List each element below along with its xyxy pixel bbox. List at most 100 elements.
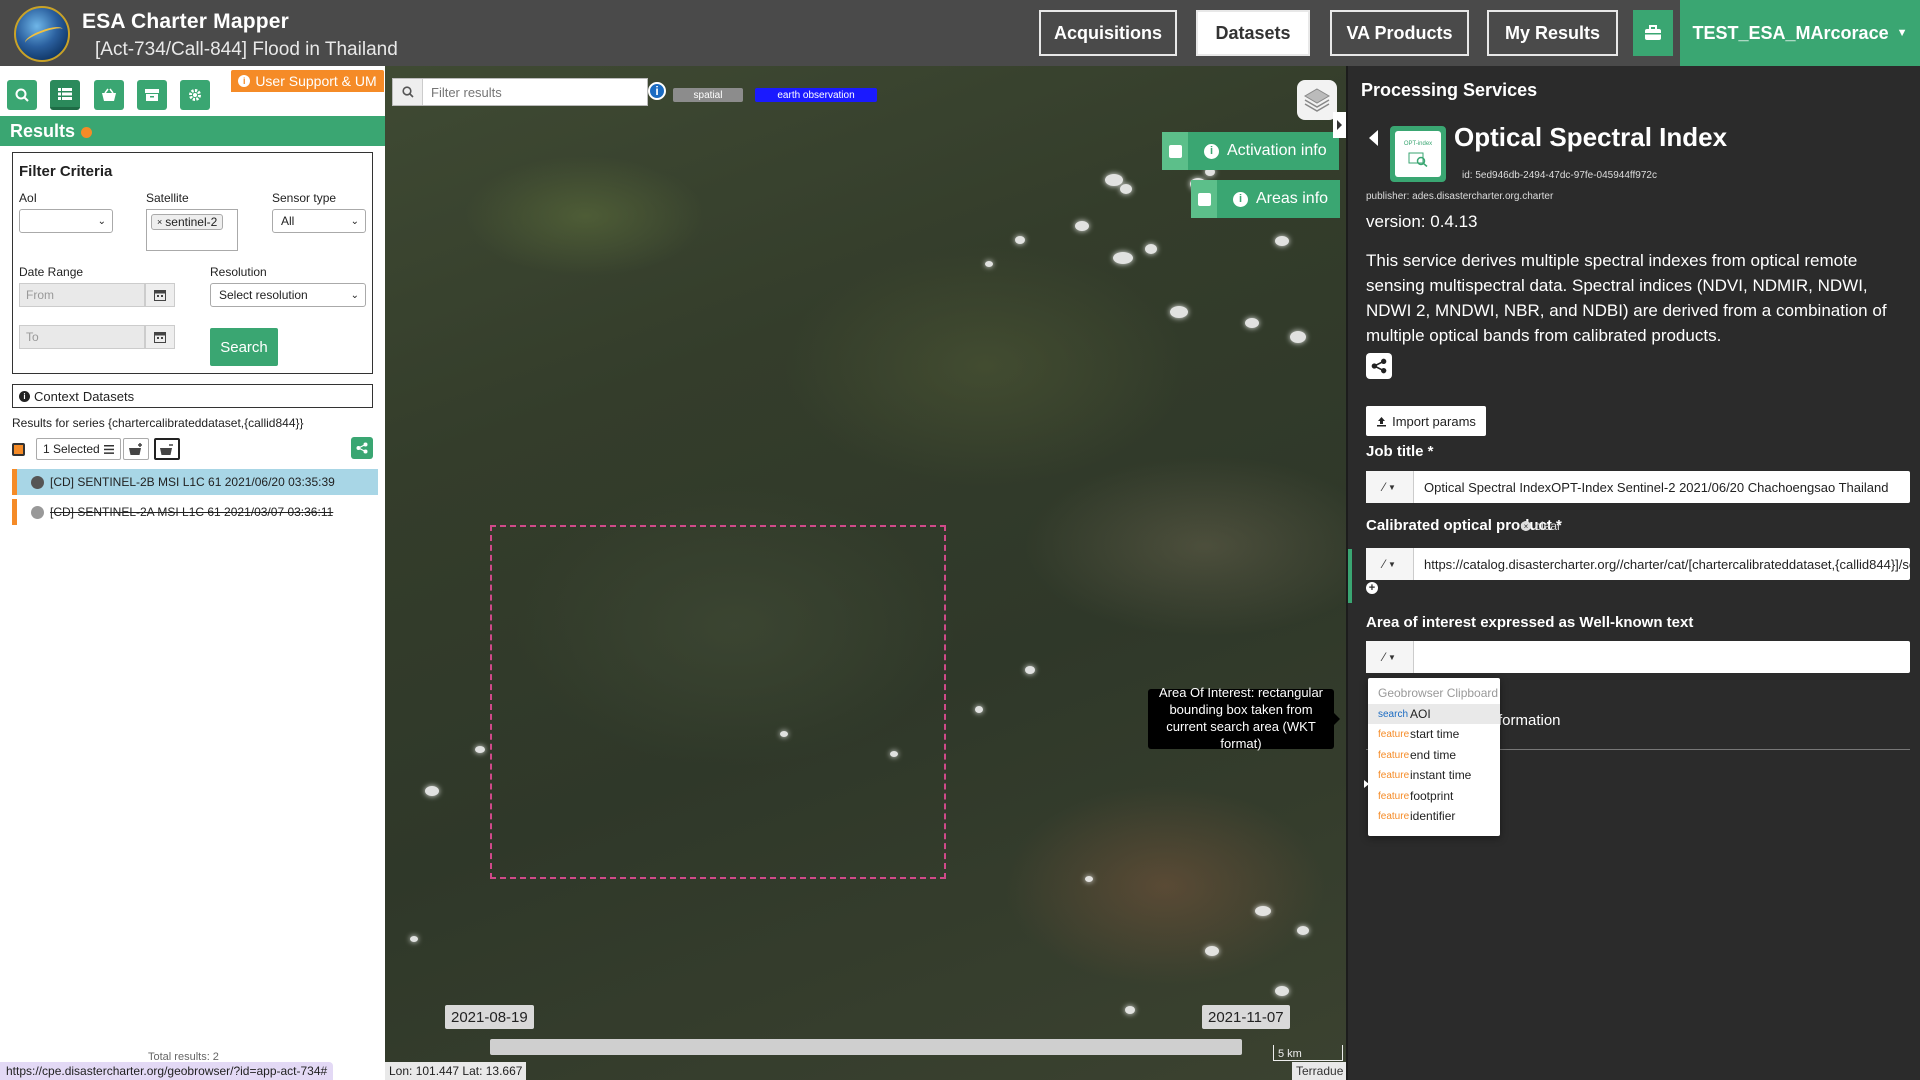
timeline-slider[interactable] [490, 1039, 1242, 1055]
remove-chip-icon[interactable]: × [157, 217, 162, 227]
user-name: TEST_ESA_MArcorace [1692, 22, 1889, 43]
service-title: Optical Spectral Index [1454, 122, 1728, 152]
calibrated-product-input[interactable]: https://catalog.disastercharter.org//cha… [1414, 548, 1910, 580]
expand-right-panel-button[interactable] [1333, 112, 1346, 138]
clipboard-tag: feature [1378, 728, 1410, 740]
satellite-chip[interactable]: × sentinel-2 [151, 214, 224, 230]
remove-from-basket-button[interactable] [154, 438, 180, 460]
cloud [1015, 236, 1025, 244]
aoi-tooltip: Area Of Interest: rectangular bounding b… [1148, 685, 1340, 751]
job-title-input[interactable]: Optical Spectral IndexOPT-Index Sentinel… [1414, 471, 1910, 503]
filter-results-input[interactable] [423, 79, 647, 105]
map-view[interactable]: i spatial earth observation i Activation… [385, 66, 1346, 1080]
to-date-input[interactable]: To [19, 325, 145, 349]
briefcase-button[interactable] [1633, 10, 1673, 56]
globe-icon [31, 475, 44, 489]
clipboard-label: footprint [1410, 789, 1454, 803]
import-params-button[interactable]: Import params [1366, 406, 1486, 436]
status-url: https://cpe.disastercharter.org/geobrows… [0, 1062, 334, 1080]
activation-info-checkbox[interactable] [1162, 132, 1188, 170]
nav-my-results[interactable]: My Results [1487, 10, 1618, 56]
from-calendar-button[interactable] [145, 283, 175, 307]
cloud [425, 786, 439, 796]
areas-info-checkbox[interactable] [1191, 180, 1217, 218]
areas-info-button[interactable]: i Areas info [1191, 180, 1341, 218]
aoi-wkt-input[interactable] [1414, 641, 1910, 673]
from-date-input[interactable]: From [19, 283, 145, 307]
clipboard-item-start-time[interactable]: feature start time [1368, 724, 1500, 744]
gear-icon [189, 89, 201, 101]
satellite-chip-label: sentinel-2 [165, 215, 218, 229]
aoi-rectangle[interactable] [490, 525, 946, 879]
share-service-button[interactable] [1366, 353, 1392, 379]
clipboard-tag: feature [1378, 790, 1410, 802]
result-item[interactable]: [CD] SENTINEL-2A MSI L1C 61 2021/03/07 0… [12, 499, 378, 525]
globe-icon [31, 505, 44, 519]
clipboard-item-end-time[interactable]: feature end time [1368, 745, 1500, 765]
basket-tab[interactable] [94, 80, 124, 110]
map-attribution[interactable]: Terradue [1292, 1062, 1346, 1080]
user-support-button[interactable]: i User Support & UM [231, 70, 384, 92]
satellite-select[interactable]: × sentinel-2 [146, 209, 238, 251]
add-product-icon[interactable]: + [1366, 582, 1378, 594]
magnifier-icon [1408, 152, 1428, 167]
add-to-basket-button[interactable] [123, 438, 149, 460]
settings-tab[interactable] [180, 80, 210, 110]
caret-down-icon: ▼ [1388, 652, 1396, 662]
back-arrow-icon[interactable] [1369, 130, 1378, 146]
nav-acquisitions[interactable]: Acquisitions [1039, 10, 1177, 56]
cloud [1290, 331, 1306, 343]
select-all-checkbox[interactable] [12, 443, 25, 456]
clipboard-item-footprint[interactable]: feature footprint [1368, 786, 1500, 806]
user-menu[interactable]: TEST_ESA_MArcorace ▼ [1680, 0, 1920, 66]
list-tab[interactable] [50, 80, 80, 110]
left-panel: i User Support & UM Results Filter Crite… [0, 66, 385, 1080]
context-prefix: Context [34, 388, 79, 404]
info-icon: i [1204, 143, 1219, 159]
aoi-label: AoI [19, 191, 38, 205]
briefcase-icon [1645, 25, 1661, 40]
info-icon: i [1233, 191, 1248, 207]
selected-menu-button[interactable]: 1 Selected [36, 438, 121, 460]
info-icon[interactable]: i [648, 82, 666, 100]
tag-earth-observation[interactable]: earth observation [755, 88, 877, 102]
search-tab[interactable] [7, 80, 37, 110]
aoi-select[interactable]: ⌄ [19, 209, 113, 233]
mouse-coordinates: Lon: 101.447 Lat: 13.667 [385, 1062, 527, 1080]
calendar-icon [154, 290, 166, 301]
layers-button[interactable] [1297, 80, 1337, 120]
more-information-label[interactable]: formation [1498, 712, 1561, 729]
clipboard-item-identifier[interactable]: feature identifier [1368, 806, 1500, 826]
clear-link[interactable]: × clear [1521, 519, 1561, 533]
magic-wand-button[interactable]: ⁄ ▼ [1366, 471, 1414, 503]
magic-wand-button[interactable]: ⁄ ▼ [1366, 548, 1414, 580]
rss-icon[interactable] [81, 127, 93, 138]
share-results-button[interactable] [351, 437, 373, 459]
selected-count: 1 Selected [43, 442, 100, 456]
result-item[interactable]: [CD] SENTINEL-2B MSI L1C 61 2021/06/20 0… [12, 469, 378, 495]
clipboard-item-instant-time[interactable]: feature instant time [1368, 765, 1500, 785]
field-focus-marker [1348, 549, 1352, 603]
nav-va-products[interactable]: VA Products [1330, 10, 1469, 56]
clipboard-item-aoi[interactable]: search AOI [1368, 704, 1500, 724]
resolution-select[interactable]: Select resolution ⌄ [210, 283, 366, 307]
service-publisher: publisher: ades.disastercharter.org.char… [1366, 191, 1554, 202]
archive-tab[interactable] [137, 80, 167, 110]
timeline-start-date: 2021-08-19 [445, 1005, 534, 1029]
calendar-icon [154, 332, 166, 343]
caret-down-icon: ▼ [1388, 482, 1396, 492]
results-header: Results [0, 116, 385, 146]
chevron-down-icon: ⌄ [350, 289, 359, 301]
chevron-right-icon [1337, 120, 1342, 130]
context-datasets-header[interactable]: i Context Datasets [12, 384, 373, 408]
tag-spatial[interactable]: spatial [673, 88, 743, 102]
clipboard-label: AOI [1410, 707, 1431, 721]
geobrowser-clipboard-menu: Geobrowser Clipboard search AOI feature … [1368, 678, 1500, 836]
service-description: This service derives multiple spectral i… [1366, 251, 1887, 345]
magic-wand-button[interactable]: ⁄ ▼ [1366, 641, 1414, 673]
search-button[interactable]: Search [210, 328, 278, 366]
nav-datasets[interactable]: Datasets [1196, 10, 1310, 56]
activation-info-button[interactable]: i Activation info [1162, 132, 1339, 170]
sensor-select[interactable]: All ⌄ [272, 209, 366, 233]
to-calendar-button[interactable] [145, 325, 175, 349]
